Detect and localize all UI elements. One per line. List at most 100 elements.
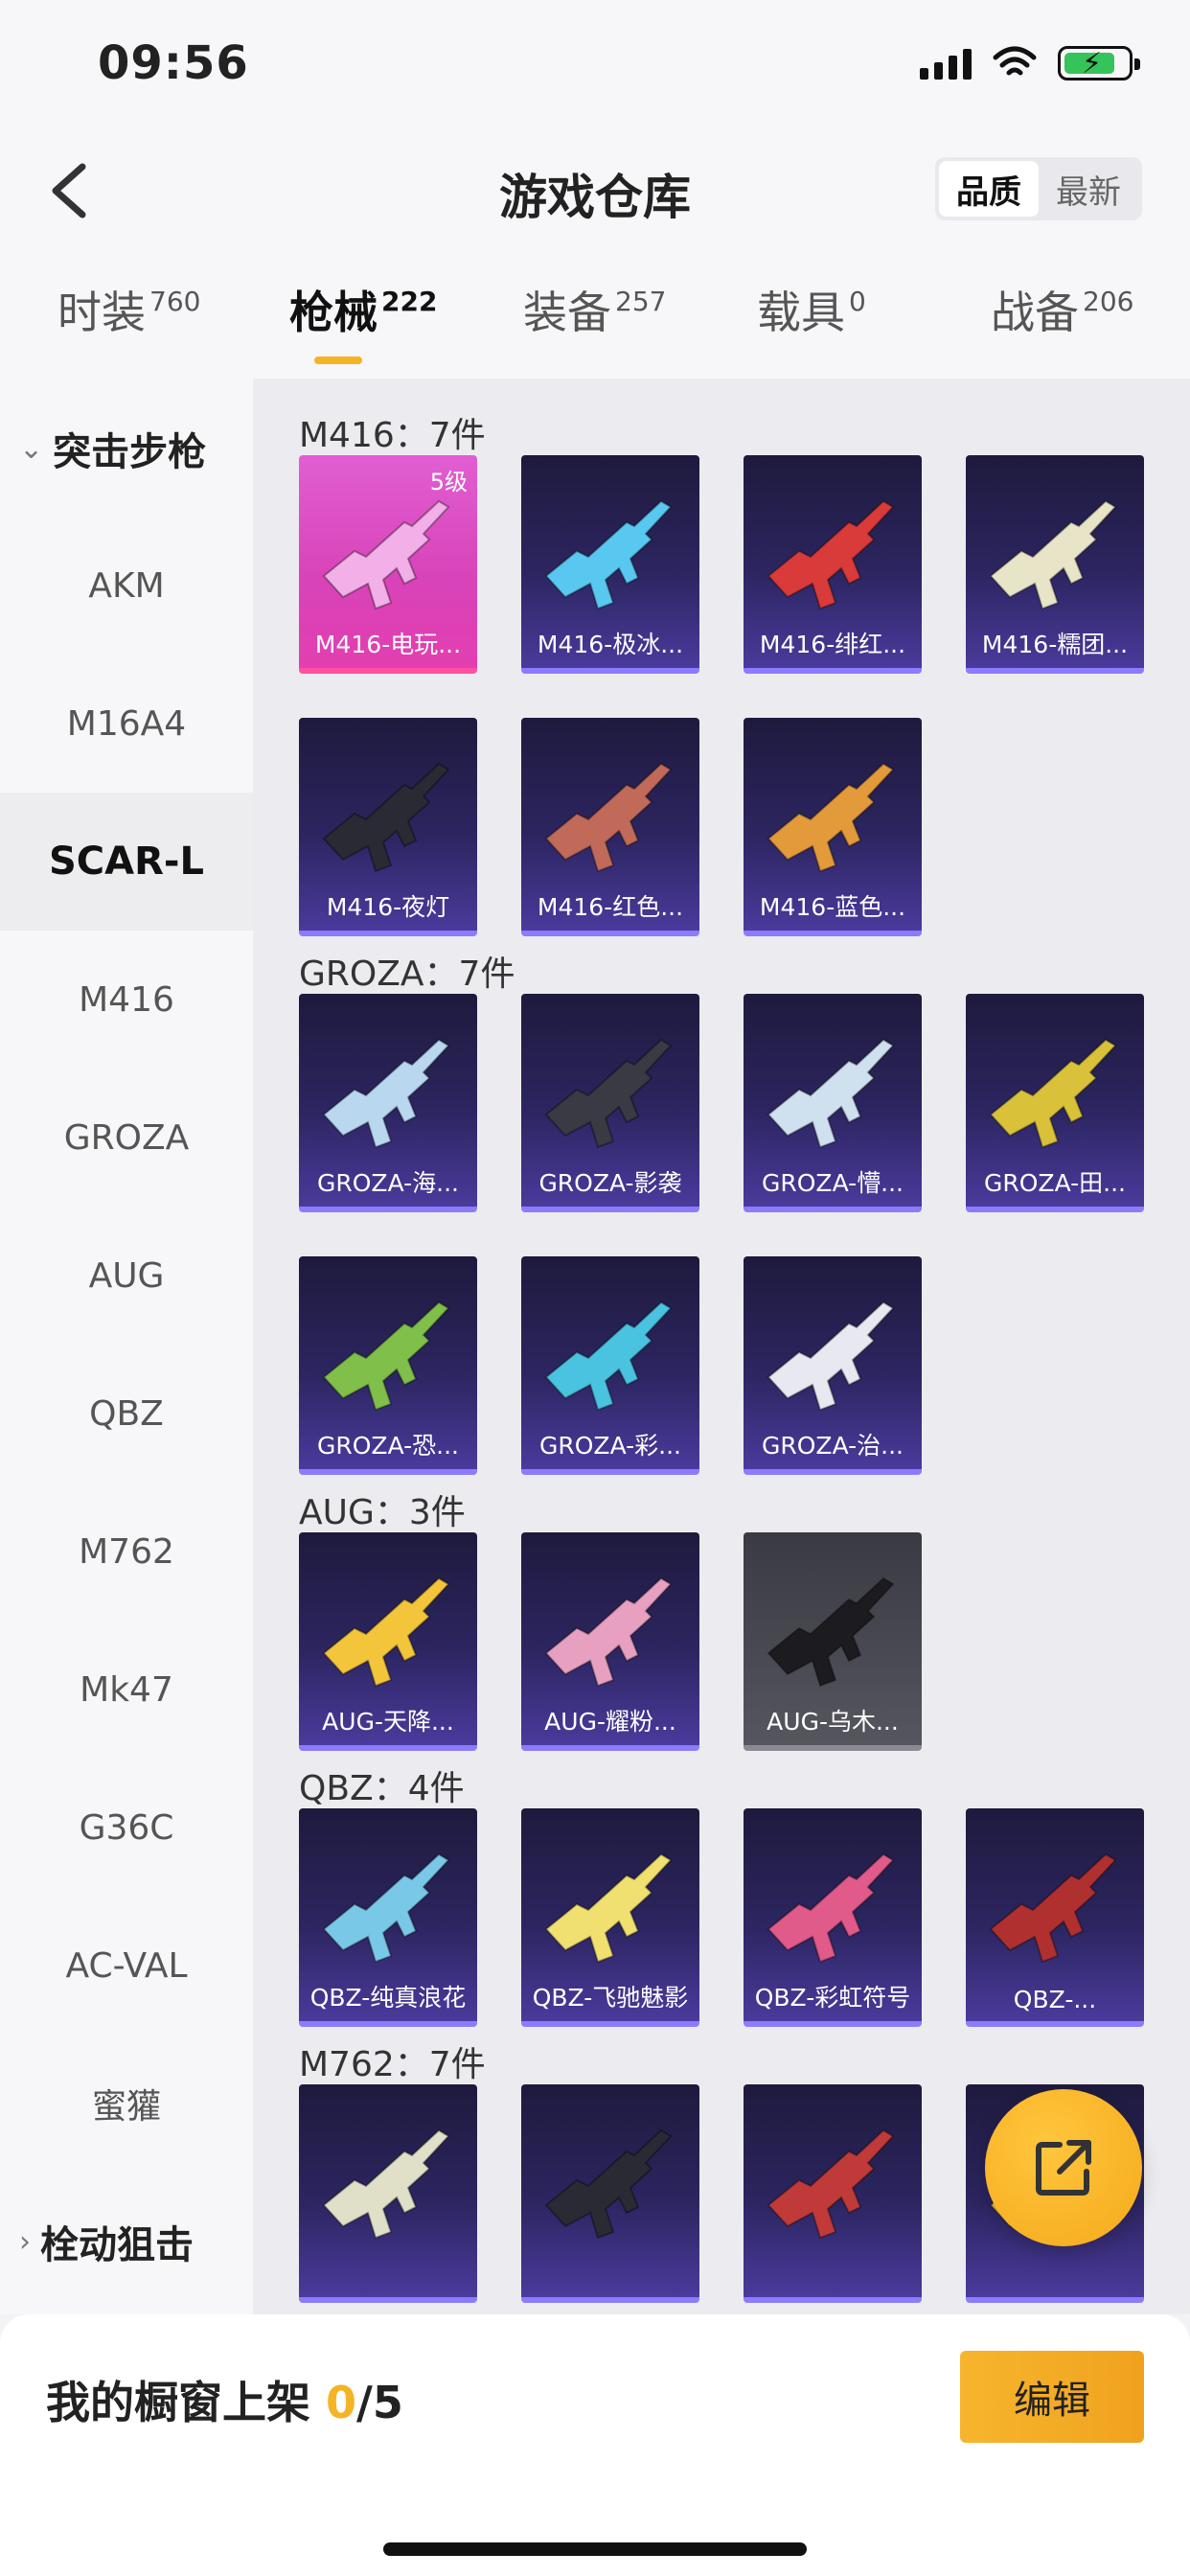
- header: 游戏仓库 品质 最新: [0, 125, 1190, 259]
- gun-skin-icon: [767, 2128, 895, 2240]
- gun-skin-icon: [544, 1852, 673, 1964]
- skin-tile[interactable]: M416-绯红...: [744, 455, 922, 674]
- skin-tile[interactable]: M416-夜灯: [299, 718, 477, 936]
- skin-name: M416-蓝色...: [759, 893, 906, 921]
- edit-button[interactable]: 编辑: [960, 2351, 1144, 2443]
- chevron-down-icon: ⌄: [19, 431, 44, 466]
- gun-skin-icon: [989, 1038, 1117, 1149]
- skin-tile[interactable]: AUG-耀粉...: [521, 1532, 699, 1751]
- skin-tile[interactable]: GROZA-治...: [744, 1256, 922, 1475]
- rail-item[interactable]: 蜜獾: [0, 2035, 253, 2173]
- rail-item[interactable]: QBZ: [0, 1345, 253, 1483]
- tab-count: 0: [849, 286, 866, 317]
- skin-name: QBZ-彩虹符号: [754, 1984, 911, 2012]
- gun-skin-icon: [322, 1852, 450, 1964]
- skin-name: QBZ-飞驰魅影: [532, 1984, 689, 2012]
- skin-tile[interactable]: GROZA-彩...: [521, 1256, 699, 1475]
- skin-name: QBZ-...: [1013, 1986, 1097, 2013]
- tab-count: 760: [149, 286, 201, 317]
- rail-item[interactable]: AKM: [0, 517, 253, 655]
- rail-item[interactable]: SCAR-L: [0, 793, 253, 931]
- tab-label: 战备: [991, 287, 1079, 338]
- rail-group-label: 突击步枪: [53, 430, 207, 474]
- skin-tile[interactable]: M416-糯团...: [966, 455, 1144, 674]
- inventory-grid: M416：7件 5级 M416-电玩... M416-极冰... M416-绯红... M…: [253, 379, 1190, 2314]
- rail-item[interactable]: AUG: [0, 1207, 253, 1345]
- gun-skin-icon: [767, 1852, 895, 1964]
- showcase-total-count: /5: [356, 2377, 403, 2428]
- category-tabs: 时装 760 枪械 222 装备 257 载具 0 战备 206: [0, 259, 1190, 379]
- gun-skin-icon: [544, 1576, 673, 1688]
- tab-count: 257: [615, 286, 667, 317]
- skin-name: M416-电玩...: [314, 631, 462, 658]
- rail-item[interactable]: M762: [0, 1483, 253, 1621]
- signal-icon: [920, 47, 972, 80]
- gun-skin-icon: [767, 1038, 895, 1149]
- skin-tile[interactable]: QBZ-彩虹符号: [744, 1808, 922, 2027]
- skin-tile[interactable]: QBZ-飞驰魅影: [521, 1808, 699, 2027]
- skin-tile[interactable]: QBZ-纯真浪花: [299, 1808, 477, 2027]
- rail-item[interactable]: AC-VAL: [0, 1897, 253, 2035]
- gun-skin-icon: [544, 499, 673, 610]
- rail-item[interactable]: Mk47: [0, 1621, 253, 1759]
- rail-item[interactable]: GROZA: [0, 1069, 253, 1207]
- skin-tile[interactable]: M416-红色...: [521, 718, 699, 936]
- active-tab-indicator: [314, 356, 362, 364]
- chevron-right-icon: ›: [19, 2224, 31, 2259]
- wifi-icon: [993, 46, 1037, 76]
- skin-tile[interactable]: AUG-乌木...: [744, 1532, 922, 1751]
- section-title: GROZA：7件: [299, 954, 515, 994]
- share-icon: [1036, 2140, 1091, 2196]
- tab-label: 枪械: [289, 287, 378, 338]
- skin-tile[interactable]: AUG-天降...: [299, 1532, 477, 1751]
- share-button[interactable]: [985, 2089, 1142, 2246]
- tab-vehicles[interactable]: 载具 0: [757, 278, 866, 341]
- rail-item[interactable]: M416: [0, 931, 253, 1069]
- skin-tile[interactable]: [521, 2084, 699, 2303]
- clock: 09:56: [98, 36, 249, 90]
- tab-tactical[interactable]: 战备 206: [991, 278, 1133, 341]
- skin-tile[interactable]: QBZ-...: [966, 1808, 1144, 2027]
- skin-tile[interactable]: [299, 2084, 477, 2303]
- skin-tile[interactable]: GROZA-恐...: [299, 1256, 477, 1475]
- gun-skin-icon: [322, 1038, 450, 1149]
- gun-skin-icon: [767, 1576, 895, 1688]
- app: 09:56 ⚡ 游戏仓库 品质 最新 时装 760 枪械 222 装备 257 …: [0, 0, 1190, 2576]
- skin-tile[interactable]: M416-极冰...: [521, 455, 699, 674]
- section-title: AUG：3件: [299, 1493, 466, 1532]
- skin-tile[interactable]: [744, 2084, 922, 2303]
- gun-skin-icon: [989, 499, 1117, 610]
- skin-tile[interactable]: GROZA-影袭: [521, 994, 699, 1212]
- gun-skin-icon: [767, 499, 895, 610]
- skin-name: GROZA-影袭: [538, 1169, 682, 1197]
- skin-tile[interactable]: GROZA-田...: [966, 994, 1144, 1212]
- skin-tile[interactable]: 5级 M416-电玩...: [299, 455, 477, 674]
- sort-quality-button[interactable]: 品质: [939, 161, 1039, 217]
- tab-fashion[interactable]: 时装 760: [57, 278, 200, 341]
- skin-tile[interactable]: M416-蓝色...: [744, 718, 922, 936]
- skin-name: M416-糯团...: [981, 631, 1129, 658]
- tab-equipment[interactable]: 装备 257: [523, 278, 666, 341]
- gun-skin-icon: [322, 499, 450, 610]
- gun-skin-icon: [544, 762, 673, 873]
- skin-tile[interactable]: GROZA-懵...: [744, 994, 922, 1212]
- skin-tile[interactable]: GROZA-海...: [299, 994, 477, 1212]
- showcase-label-text: 我的橱窗上架: [46, 2377, 327, 2428]
- home-indicator[interactable]: [383, 2542, 807, 2556]
- tab-guns[interactable]: 枪械 222: [289, 278, 437, 341]
- gun-skin-icon: [322, 1576, 450, 1688]
- sort-newest-button[interactable]: 最新: [1039, 161, 1138, 217]
- rail-group-assault-rifles[interactable]: ⌄ 突击步枪: [19, 421, 206, 476]
- sort-toggle: 品质 最新: [935, 157, 1142, 220]
- section-title: M416：7件: [299, 416, 486, 455]
- gun-skin-icon: [322, 1300, 450, 1412]
- gun-skin-icon: [767, 1300, 895, 1412]
- showcase-current-count: 0: [326, 2377, 357, 2428]
- rail-group-bolt-snipers[interactable]: › 栓动狙击: [19, 2214, 194, 2269]
- tab-label: 载具: [757, 287, 845, 338]
- rail-item[interactable]: M16A4: [0, 655, 253, 793]
- gun-skin-icon: [322, 2128, 450, 2240]
- rail-item[interactable]: G36C: [0, 1759, 253, 1897]
- skin-name: AUG-乌木...: [767, 1708, 899, 1736]
- section-title: M762：7件: [299, 2045, 486, 2084]
